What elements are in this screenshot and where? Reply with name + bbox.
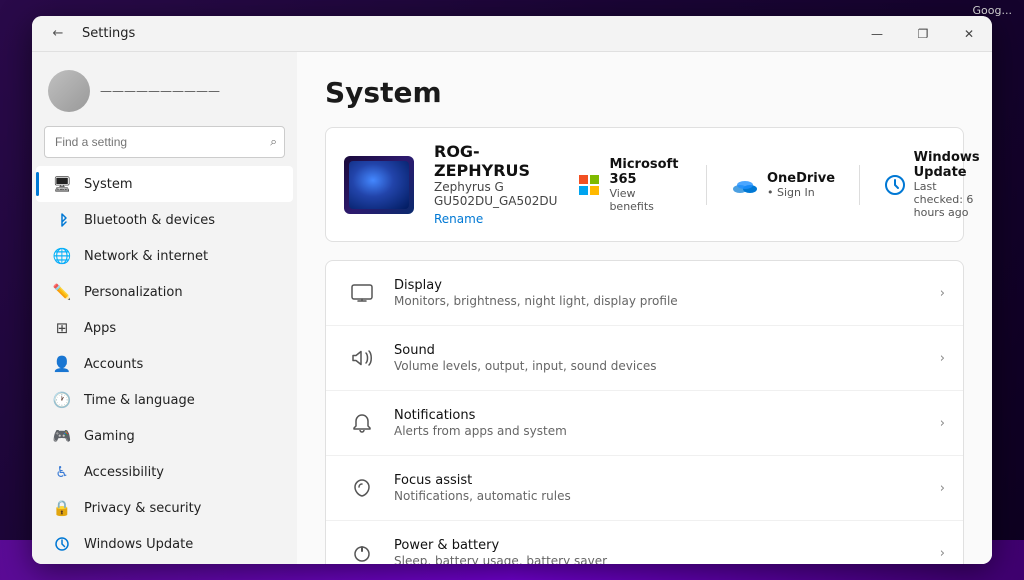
sidebar-item-label: System: [84, 177, 132, 192]
sound-text: Sound Volume levels, output, input, soun…: [394, 343, 940, 373]
device-info: ROG-ZEPHYRUS Zephyrus G GU502DU_GA502DU …: [434, 142, 557, 227]
focus-icon: [344, 470, 380, 506]
sidebar-item-label: Accounts: [84, 357, 143, 372]
settings-item-sound[interactable]: Sound Volume levels, output, input, soun…: [326, 326, 963, 391]
settings-item-focus[interactable]: Focus assist Notifications, automatic ru…: [326, 456, 963, 521]
titlebar: ← Settings — ❐ ✕: [32, 16, 992, 52]
device-model: Zephyrus G GU502DU_GA502DU: [434, 180, 557, 208]
page-title: System: [325, 76, 964, 109]
sidebar-item-gaming[interactable]: 🎮 Gaming: [36, 418, 293, 454]
settings-item-notifications[interactable]: Notifications Alerts from apps and syste…: [326, 391, 963, 456]
sidebar-item-time[interactable]: 🕐 Time & language: [36, 382, 293, 418]
titlebar-controls: — ❐ ✕: [854, 16, 992, 52]
sidebar-item-label: Personalization: [84, 285, 183, 300]
settings-list: Display Monitors, brightness, night ligh…: [325, 260, 964, 564]
microsoft365-icon: [577, 171, 601, 199]
sidebar-item-network[interactable]: 🌐 Network & internet: [36, 238, 293, 274]
settings-item-power[interactable]: Power & battery Sleep, battery usage, ba…: [326, 521, 963, 564]
minimize-button[interactable]: —: [854, 16, 900, 52]
search-icon: ⌕: [270, 135, 277, 150]
sidebar-item-label: Bluetooth & devices: [84, 213, 215, 228]
system-icon: 🖥: [52, 174, 72, 194]
microsoft365-app[interactable]: Microsoft 365 View benefits: [577, 157, 682, 213]
settings-item-display[interactable]: Display Monitors, brightness, night ligh…: [326, 261, 963, 326]
settings-window: ← Settings — ❐ ✕ —————————— ⌕ 🖥 System: [32, 16, 992, 564]
search-box: ⌕: [44, 126, 285, 158]
rename-link[interactable]: Rename: [434, 212, 483, 226]
sidebar-item-bluetooth[interactable]: Bluetooth & devices: [36, 202, 293, 238]
back-button[interactable]: ←: [44, 20, 72, 48]
focus-text: Focus assist Notifications, automatic ru…: [394, 473, 940, 503]
sidebar-item-label: Windows Update: [84, 537, 193, 552]
sidebar-item-label: Time & language: [84, 393, 195, 408]
main-area: —————————— ⌕ 🖥 System Bluetooth & device…: [32, 52, 992, 564]
device-image-inner: [349, 161, 409, 209]
device-image: [344, 156, 414, 214]
onedrive-app[interactable]: OneDrive • Sign In: [731, 171, 835, 199]
onedrive-text: OneDrive • Sign In: [767, 171, 835, 199]
chevron-icon: ›: [940, 286, 945, 301]
info-bar-apps: Microsoft 365 View benefits: [577, 150, 986, 219]
update-icon: [52, 534, 72, 554]
power-icon: [344, 535, 380, 564]
personalization-icon: ✏️: [52, 282, 72, 302]
sidebar-item-accessibility[interactable]: ♿ Accessibility: [36, 454, 293, 490]
display-text: Display Monitors, brightness, night ligh…: [394, 278, 940, 308]
sidebar-item-label: Accessibility: [84, 465, 164, 480]
sidebar-item-personalization[interactable]: ✏️ Personalization: [36, 274, 293, 310]
sidebar: —————————— ⌕ 🖥 System Bluetooth & device…: [32, 52, 297, 564]
windowsupdate-text: Windows Update Last checked: 6 hours ago: [914, 150, 987, 219]
chevron-icon: ›: [940, 351, 945, 366]
sidebar-item-system[interactable]: 🖥 System: [36, 166, 293, 202]
network-icon: 🌐: [52, 246, 72, 266]
search-input[interactable]: [44, 126, 285, 158]
close-button[interactable]: ✕: [946, 16, 992, 52]
device-info-bar: ROG-ZEPHYRUS Zephyrus G GU502DU_GA502DU …: [325, 127, 964, 242]
privacy-icon: 🔒: [52, 498, 72, 518]
display-icon: [344, 275, 380, 311]
maximize-button[interactable]: ❐: [900, 16, 946, 52]
chevron-icon: ›: [940, 546, 945, 561]
chevron-icon: ›: [940, 416, 945, 431]
time-icon: 🕐: [52, 390, 72, 410]
notifications-text: Notifications Alerts from apps and syste…: [394, 408, 940, 438]
sidebar-item-update[interactable]: Windows Update: [36, 526, 293, 562]
apps-icon: ⊞: [52, 318, 72, 338]
profile-name: ——————————: [100, 84, 220, 98]
sidebar-item-label: Apps: [84, 321, 116, 336]
windowsupdate-icon: [884, 171, 906, 199]
window-title: Settings: [82, 26, 135, 41]
sidebar-item-accounts[interactable]: 👤 Accounts: [36, 346, 293, 382]
taskbar-label: Goog...: [973, 4, 1012, 17]
sidebar-item-apps[interactable]: ⊞ Apps: [36, 310, 293, 346]
accessibility-icon: ♿: [52, 462, 72, 482]
divider-1: [706, 165, 707, 205]
sidebar-item-label: Gaming: [84, 429, 135, 444]
accounts-icon: 👤: [52, 354, 72, 374]
chevron-icon: ›: [940, 481, 945, 496]
divider-2: [859, 165, 860, 205]
sound-icon: [344, 340, 380, 376]
sidebar-item-label: Network & internet: [84, 249, 208, 264]
titlebar-left: ← Settings: [44, 20, 135, 48]
windowsupdate-app[interactable]: Windows Update Last checked: 6 hours ago: [884, 150, 987, 219]
device-name: ROG-ZEPHYRUS: [434, 142, 557, 180]
profile-area: ——————————: [32, 60, 297, 126]
onedrive-icon: [731, 171, 759, 199]
content-area: System ROG-ZEPHYRUS Zephyrus G GU502DU_G…: [297, 52, 992, 564]
microsoft365-text: Microsoft 365 View benefits: [609, 157, 682, 213]
gaming-icon: 🎮: [52, 426, 72, 446]
power-text: Power & battery Sleep, battery usage, ba…: [394, 538, 940, 564]
sidebar-item-label: Privacy & security: [84, 501, 201, 516]
sidebar-item-privacy[interactable]: 🔒 Privacy & security: [36, 490, 293, 526]
notifications-icon: [344, 405, 380, 441]
bluetooth-icon: [52, 210, 72, 230]
avatar: [48, 70, 90, 112]
